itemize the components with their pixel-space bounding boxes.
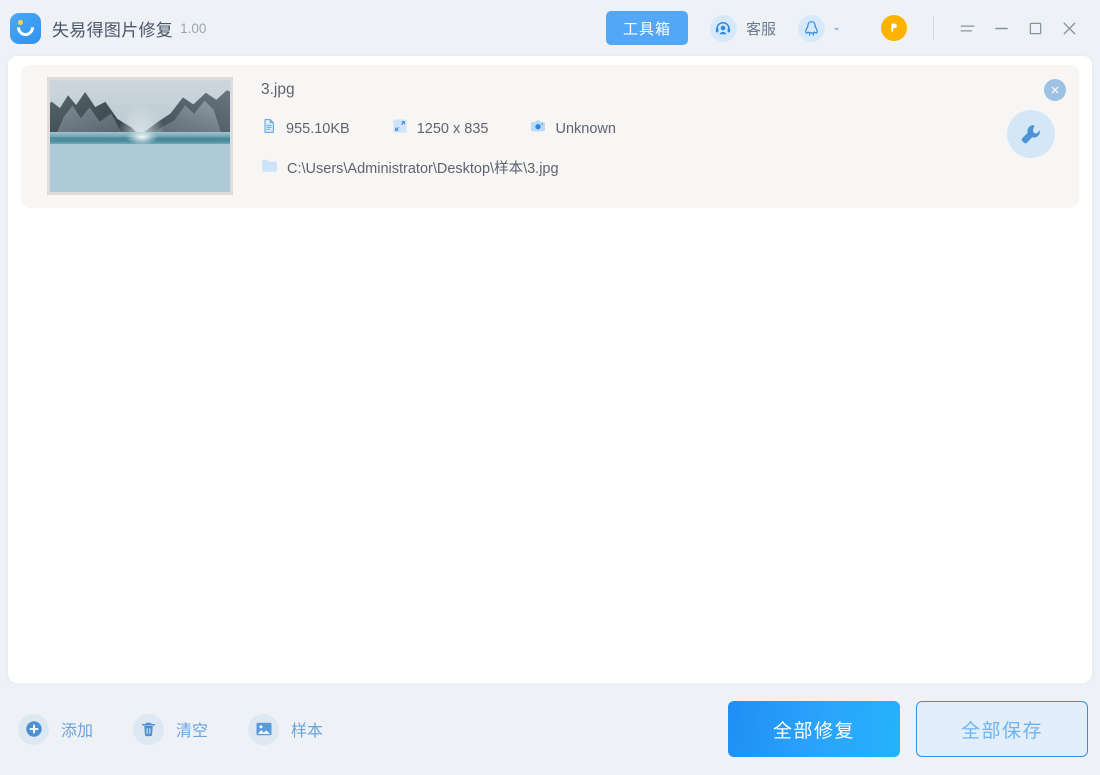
bottom-left-actions: 添加 清空 样本: [0, 714, 363, 745]
wrench-repair-icon[interactable]: [1007, 110, 1055, 158]
logo-crescent: [13, 15, 37, 39]
trash-icon: [133, 714, 164, 745]
clear-button[interactable]: 清空: [133, 714, 208, 745]
file-dimensions-value: 1250 x 835: [417, 121, 489, 137]
thumb-water: [50, 144, 230, 192]
mountain-lake-thumbnail[interactable]: [47, 77, 233, 195]
customer-support-label: 客服: [746, 18, 776, 39]
coin-badge-icon[interactable]: [881, 15, 907, 41]
card-close-icon[interactable]: [1044, 79, 1066, 101]
qq-button[interactable]: -: [798, 15, 839, 42]
add-button[interactable]: 添加: [18, 714, 93, 745]
bottom-right-actions: 全部修复 全部保存: [728, 701, 1100, 757]
app-title: 失易得图片修复: [52, 16, 173, 41]
file-path-row[interactable]: C:\Users\Administrator\Desktop\样本\3.jpg: [261, 157, 559, 178]
logo-dot: [18, 20, 23, 25]
image-icon: [248, 714, 279, 745]
repair-all-button[interactable]: 全部修复: [728, 701, 900, 757]
toolbox-button[interactable]: 工具箱: [606, 11, 688, 45]
folder-icon: [261, 158, 278, 178]
titlebar-divider: [933, 16, 934, 40]
file-name: 3.jpg: [261, 81, 295, 99]
main-content-panel: 3.jpg 955.10KB: [8, 56, 1092, 683]
camera-icon: [530, 118, 546, 139]
document-icon: [261, 118, 277, 139]
resize-arrows-icon: [392, 118, 408, 139]
file-size-item: 955.10KB: [261, 118, 350, 139]
app-version: 1.00: [180, 21, 206, 36]
maximize-icon[interactable]: [1018, 11, 1052, 45]
qq-value: -: [834, 20, 839, 37]
camera-model-item: Unknown: [530, 118, 615, 139]
thumbnail-image: [50, 80, 230, 192]
hamburger-menu-icon[interactable]: [950, 11, 984, 45]
sample-button[interactable]: 样本: [248, 714, 323, 745]
minimize-icon[interactable]: [984, 11, 1018, 45]
app-logo-icon: [10, 13, 41, 44]
camera-model-value: Unknown: [555, 121, 615, 137]
file-dimensions-item: 1250 x 835: [392, 118, 489, 139]
file-path-value: C:\Users\Administrator\Desktop\样本\3.jpg: [287, 157, 559, 178]
file-card[interactable]: 3.jpg 955.10KB: [21, 65, 1079, 208]
save-all-button[interactable]: 全部保存: [916, 701, 1088, 757]
file-meta-row: 955.10KB 1250 x 835: [261, 118, 658, 139]
clear-button-label: 清空: [176, 717, 208, 741]
sample-button-label: 样本: [291, 717, 323, 741]
bottom-toolbar: 添加 清空 样本: [0, 683, 1100, 775]
close-icon[interactable]: [1052, 11, 1086, 45]
headset-avatar-icon: [710, 15, 737, 42]
customer-support-button[interactable]: 客服: [710, 15, 776, 42]
titlebar: 失易得图片修复 1.00 工具箱 客服 -: [0, 0, 1100, 56]
file-size-value: 955.10KB: [286, 121, 350, 137]
plus-circle-icon: [18, 714, 49, 745]
qq-penguin-icon: [798, 15, 825, 42]
add-button-label: 添加: [61, 717, 93, 741]
